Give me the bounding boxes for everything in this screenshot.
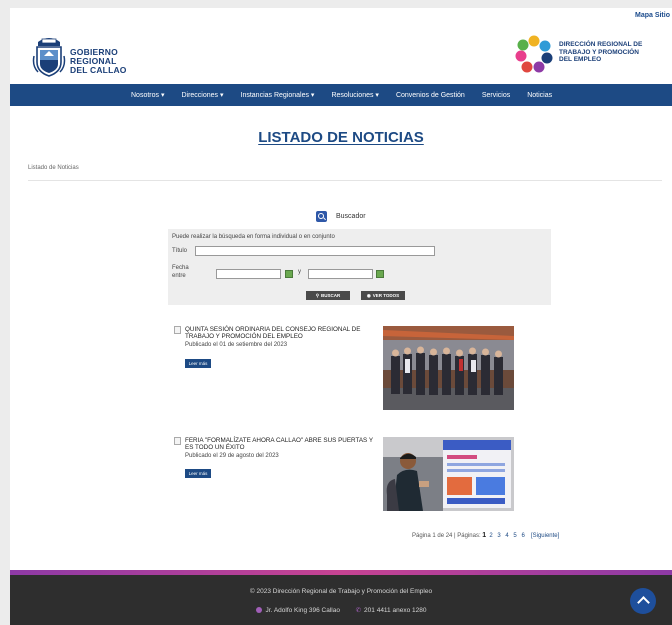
calendar-icon[interactable] bbox=[376, 270, 384, 278]
search-form: Puede realizar la búsqueda en forma indi… bbox=[168, 229, 551, 305]
page-link-6[interactable]: 6 bbox=[521, 533, 524, 539]
news-item: FERIA "FORMALÍZATE AHORA CALLAO" ABRE SU… bbox=[174, 437, 514, 511]
nav-item-direcciones[interactable]: Direcciones ▾ bbox=[181, 91, 223, 99]
date-label: Fecha entre bbox=[172, 264, 189, 280]
news-photo[interactable] bbox=[383, 326, 514, 410]
read-more-button[interactable]: Leer más bbox=[185, 359, 211, 368]
nav-item-noticias[interactable]: Noticias bbox=[527, 92, 552, 99]
footer-copyright: © 2023 Dirección Regional de Trabajo y P… bbox=[249, 588, 433, 595]
page-current: 1 bbox=[482, 532, 487, 539]
read-more-button[interactable]: Leer más bbox=[185, 469, 211, 478]
breadcrumb: Listado de Noticias bbox=[28, 165, 79, 171]
phone-icon: ✆ bbox=[355, 607, 362, 614]
date-label-line-1: Fecha bbox=[172, 265, 189, 271]
page-link-2[interactable]: 2 bbox=[489, 533, 492, 539]
news-headline[interactable]: QUINTA SESIÓN ORDINARIA DEL CONSEJO REGI… bbox=[185, 326, 377, 340]
direccion-regional-logo[interactable]: DIRECCIÓN REGIONAL DE TRABAJO Y PROMOCIÓ… bbox=[515, 35, 670, 75]
site-map-link[interactable]: Mapa Sitio bbox=[635, 12, 670, 19]
dept-logo-line-3: DEL EMPLEO bbox=[559, 56, 602, 63]
dept-logo-line-1: DIRECCIÓN REGIONAL DE bbox=[559, 41, 643, 48]
footer: © 2023 Dirección Regional de Trabajo y P… bbox=[10, 575, 672, 625]
dept-logo-line-2: TRABAJO Y PROMOCIÓN bbox=[559, 48, 639, 56]
page-link-4[interactable]: 4 bbox=[505, 533, 508, 539]
footer-address: Jr. Adolfo King 396 Callao bbox=[265, 607, 340, 614]
date-joiner: y bbox=[298, 269, 301, 275]
divider bbox=[28, 180, 662, 181]
title-label: Título bbox=[172, 248, 188, 254]
pagination-summary: Página 1 de 24 | Páginas: bbox=[412, 533, 481, 539]
location-icon bbox=[255, 607, 262, 613]
nav-item-instancias-regionales[interactable]: Instancias Regionales ▾ bbox=[241, 91, 315, 99]
next-page-link[interactable]: [Siguiente] bbox=[531, 533, 559, 539]
search-heading-label: Buscador bbox=[336, 212, 366, 220]
search-icon: ⚲ bbox=[315, 292, 320, 298]
page-link-5[interactable]: 5 bbox=[513, 533, 516, 539]
search-heading: Buscador bbox=[316, 210, 366, 222]
gobierno-regional-logo[interactable]: GOBIERNO REGIONAL DEL CALLAO bbox=[32, 36, 132, 80]
search-button-label: BUSCAR bbox=[321, 293, 341, 298]
date-to-input[interactable] bbox=[308, 269, 373, 279]
pagination: Página 1 de 24 | Páginas: 1 2 3 4 5 6 [S… bbox=[412, 532, 561, 539]
page-link-3[interactable]: 3 bbox=[497, 533, 500, 539]
news-date: Publicado el 29 de agosto del 2023 bbox=[185, 453, 279, 459]
page-title: LISTADO DE NOTICIAS bbox=[10, 129, 672, 146]
search-icon bbox=[316, 210, 327, 222]
date-label-line-2: entre bbox=[172, 273, 186, 279]
nav-item-resoluciones[interactable]: Resoluciones ▾ bbox=[331, 91, 378, 99]
eye-icon: ◉ bbox=[366, 292, 371, 298]
news-photo[interactable] bbox=[383, 437, 514, 511]
search-button[interactable]: ⚲ BUSCAR bbox=[306, 291, 350, 300]
document-icon bbox=[174, 326, 181, 334]
search-hint: Puede realizar la búsqueda en forma indi… bbox=[172, 234, 335, 240]
calendar-icon[interactable] bbox=[285, 270, 293, 278]
title-input[interactable] bbox=[195, 246, 435, 256]
org-logo-line-3: DEL CALLAO bbox=[70, 65, 127, 75]
document-icon bbox=[174, 437, 181, 445]
direccion-regional-wordmark: DIRECCIÓN REGIONAL DE TRABAJO Y PROMOCIÓ… bbox=[559, 41, 642, 64]
view-all-button[interactable]: ◉ VER TODOS bbox=[361, 291, 405, 300]
view-all-button-label: VER TODOS bbox=[372, 293, 400, 298]
scroll-to-top-button[interactable] bbox=[630, 588, 656, 614]
main-nav: Nosotros ▾ Direcciones ▾ Instancias Regi… bbox=[10, 84, 672, 106]
flower-emblem-icon bbox=[515, 35, 553, 73]
nav-item-convenios[interactable]: Convenios de Gestión bbox=[396, 92, 465, 99]
footer-phone: 201 4411 anexo 1280 bbox=[364, 607, 427, 614]
coat-of-arms-icon bbox=[32, 38, 66, 77]
footer-contact: Jr. Adolfo King 396 Callao ✆ 201 4411 ane… bbox=[10, 606, 672, 614]
date-from-input[interactable] bbox=[216, 269, 281, 279]
nav-item-nosotros[interactable]: Nosotros ▾ bbox=[131, 91, 164, 99]
nav-item-servicios[interactable]: Servicios bbox=[482, 92, 510, 99]
page: Mapa Sitio GOBIERNO REGIONAL DEL CALLAO bbox=[10, 8, 672, 625]
news-date: Publicado el 01 de setiembre del 2023 bbox=[185, 342, 288, 348]
gobierno-regional-wordmark: GOBIERNO REGIONAL DEL CALLAO bbox=[70, 48, 127, 75]
news-headline[interactable]: FERIA "FORMALÍZATE AHORA CALLAO" ABRE SU… bbox=[185, 437, 377, 451]
page-title-text: LISTADO DE NOTICIAS bbox=[258, 129, 424, 146]
news-item: QUINTA SESIÓN ORDINARIA DEL CONSEJO REGI… bbox=[174, 326, 514, 410]
